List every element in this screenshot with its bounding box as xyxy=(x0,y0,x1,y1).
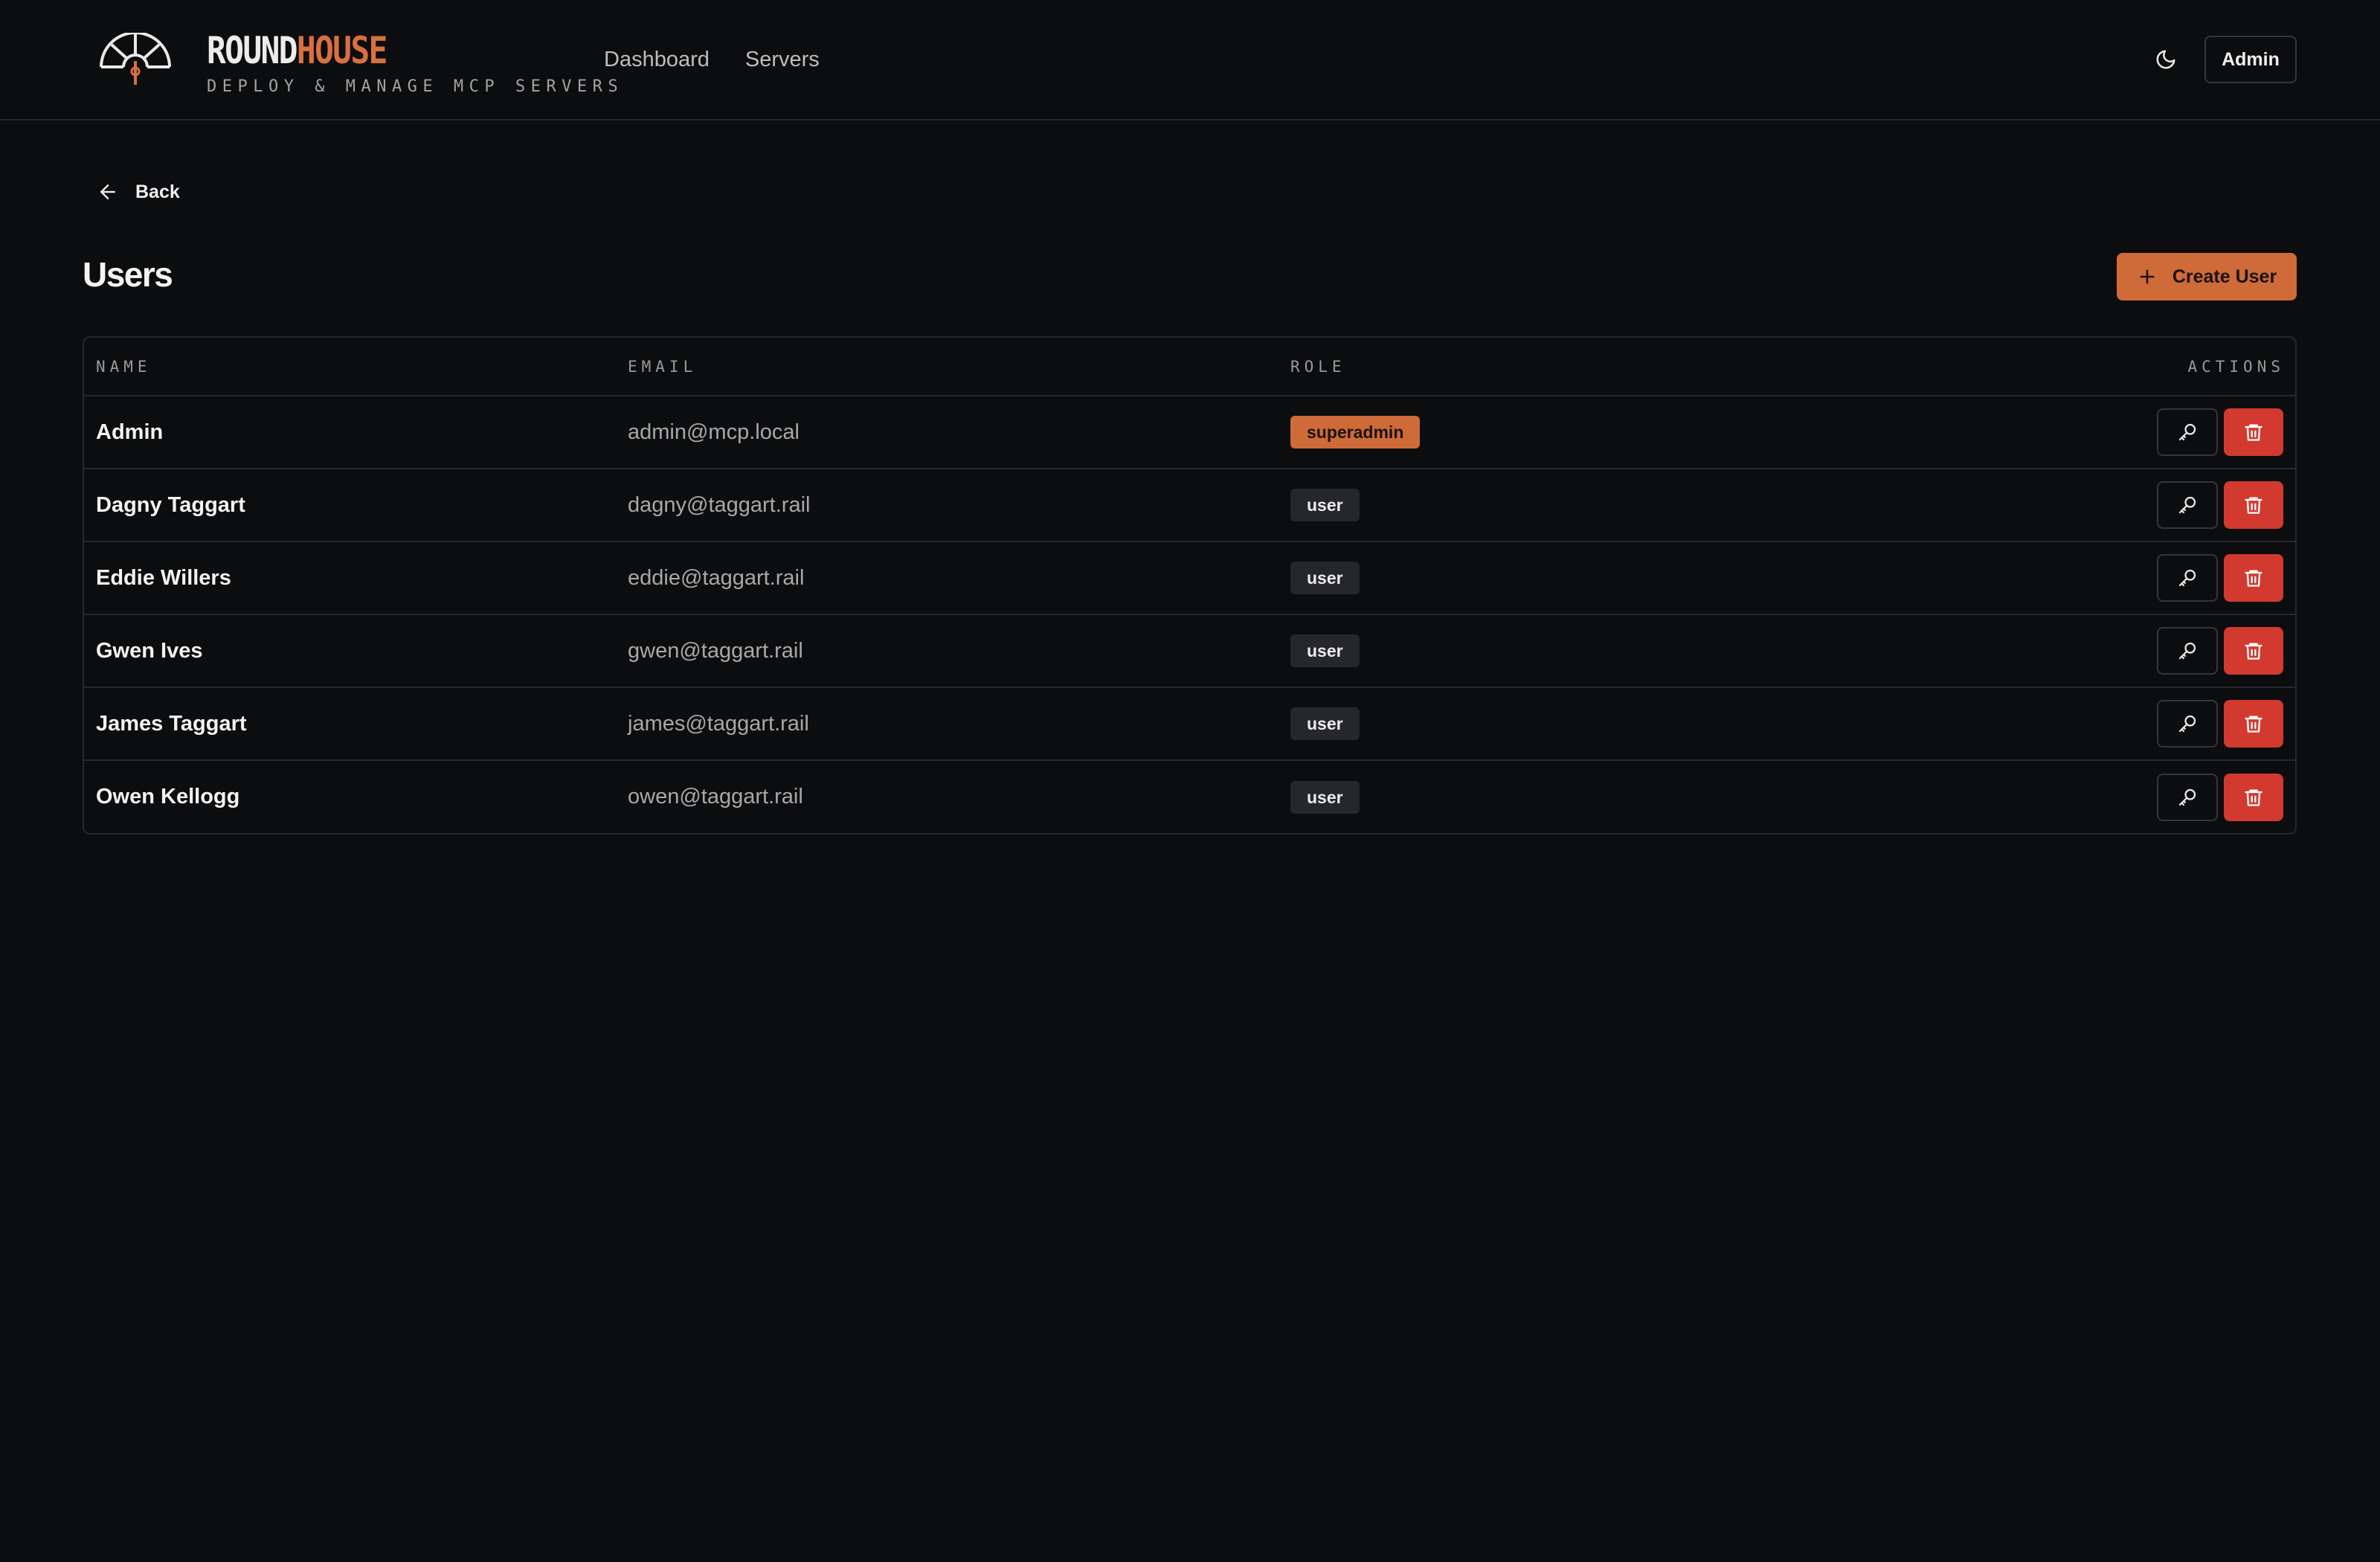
cell-actions xyxy=(1776,614,2295,688)
roundhouse-logo-icon xyxy=(100,33,171,85)
cell-actions xyxy=(1777,760,2295,833)
user-name: James Taggart xyxy=(96,711,247,736)
users-table: NAME EMAIL ROLE ACTIONS Admin admin@mcp.l… xyxy=(83,336,2297,835)
cell-email: eddie@taggart.rail xyxy=(628,541,1290,615)
user-name: Dagny Taggart xyxy=(96,492,245,517)
column-header-email[interactable]: EMAIL xyxy=(628,338,1290,396)
reset-password-button[interactable] xyxy=(2157,408,2218,456)
trash-icon xyxy=(2245,497,2262,514)
cell-actions xyxy=(1776,687,2295,761)
cell-name: Dagny Taggart xyxy=(84,469,628,542)
delete-user-button[interactable] xyxy=(2224,627,2283,675)
cell-email: admin@mcp.local xyxy=(628,396,1290,469)
column-header-name[interactable]: NAME xyxy=(84,338,628,396)
back-label: Back xyxy=(135,181,180,202)
user-name: Eddie Willers xyxy=(96,565,231,590)
plus-icon xyxy=(2140,269,2155,284)
user-name: Admin xyxy=(96,420,164,444)
cell-email: gwen@taggart.rail xyxy=(628,614,1290,688)
brand[interactable]: ROUND HOUSE DEPLOY & MANAGE MCP SERVERS xyxy=(97,30,623,96)
cell-actions xyxy=(1776,469,2295,542)
cell-name: Eddie Willers xyxy=(84,541,628,615)
trash-icon xyxy=(2245,424,2262,441)
cell-role: user xyxy=(1290,541,1777,615)
delete-user-button[interactable] xyxy=(2224,481,2283,529)
cell-name: Admin xyxy=(84,396,628,469)
trash-icon xyxy=(2245,570,2262,587)
key-icon xyxy=(2178,715,2196,733)
role-badge: user xyxy=(1290,780,1360,814)
user-menu-button[interactable]: Admin xyxy=(2204,36,2297,83)
table-row: James Taggart james@taggart.rail user xyxy=(84,687,2295,761)
trash-icon xyxy=(2245,789,2262,806)
user-email: gwen@taggart.rail xyxy=(628,638,803,663)
user-email: admin@mcp.local xyxy=(628,420,800,444)
moon-icon xyxy=(2156,50,2175,69)
reset-password-button[interactable] xyxy=(2157,627,2218,675)
key-icon xyxy=(2178,569,2196,587)
reset-password-button[interactable] xyxy=(2157,481,2218,529)
cell-role: superadmin xyxy=(1290,396,1777,469)
reset-password-button[interactable] xyxy=(2157,700,2218,748)
table-row: Admin admin@mcp.local superadmin xyxy=(84,396,2295,469)
app-header: ROUND HOUSE DEPLOY & MANAGE MCP SERVERS D… xyxy=(0,0,2380,120)
role-badge: user xyxy=(1290,562,1360,594)
cell-role: user xyxy=(1290,469,1777,542)
theme-toggle-button[interactable] xyxy=(2148,43,2184,76)
cell-name: James Taggart xyxy=(84,687,628,761)
role-badge: user xyxy=(1290,707,1360,740)
table-header-row: NAME EMAIL ROLE ACTIONS xyxy=(84,338,2295,396)
role-badge: user xyxy=(1290,634,1360,667)
back-button[interactable]: Back xyxy=(97,176,180,208)
key-icon xyxy=(2178,642,2196,660)
user-email: james@taggart.rail xyxy=(628,711,809,736)
brand-name: ROUND HOUSE xyxy=(207,30,565,71)
cell-role: user xyxy=(1290,687,1777,761)
role-badge: user xyxy=(1290,489,1360,521)
brand-name-round: ROUND xyxy=(207,29,298,72)
key-icon xyxy=(2178,496,2196,514)
nav-servers[interactable]: Servers xyxy=(745,45,820,74)
nav-dashboard[interactable]: Dashboard xyxy=(604,45,710,74)
cell-actions xyxy=(1776,396,2295,469)
user-name: Owen Kellogg xyxy=(96,785,240,809)
create-user-button[interactable]: Create User xyxy=(2117,253,2297,300)
brand-name-house: HOUSE xyxy=(296,29,388,72)
table-row: Dagny Taggart dagny@taggart.rail user xyxy=(84,469,2295,542)
trash-icon xyxy=(2245,716,2262,733)
cell-name: Owen Kellogg xyxy=(84,760,628,833)
cell-email: owen@taggart.rail xyxy=(628,760,1290,833)
key-icon xyxy=(2178,423,2196,441)
user-email: owen@taggart.rail xyxy=(628,785,803,809)
key-icon xyxy=(2178,788,2196,806)
user-email: dagny@taggart.rail xyxy=(628,492,811,517)
cell-role: user xyxy=(1290,614,1777,688)
delete-user-button[interactable] xyxy=(2224,554,2283,602)
create-user-label: Create User xyxy=(2172,266,2277,287)
page-title: Users xyxy=(83,255,173,294)
delete-user-button[interactable] xyxy=(2224,773,2283,821)
cell-role: user xyxy=(1290,760,1777,833)
table-row: Gwen Ives gwen@taggart.rail user xyxy=(84,614,2295,688)
column-header-actions: ACTIONS xyxy=(1776,338,2295,396)
role-badge: superadmin xyxy=(1290,416,1421,449)
main-nav: Dashboard Servers xyxy=(604,45,820,74)
brand-tagline: DEPLOY & MANAGE MCP SERVERS xyxy=(207,77,624,96)
table-row: Eddie Willers eddie@taggart.rail user xyxy=(84,541,2295,615)
cell-email: james@taggart.rail xyxy=(628,687,1290,761)
cell-actions xyxy=(1776,541,2295,615)
reset-password-button[interactable] xyxy=(2157,554,2218,602)
table-row: Owen Kellogg owen@taggart.rail user xyxy=(84,760,2295,833)
user-email: eddie@taggart.rail xyxy=(628,565,805,590)
user-name: Gwen Ives xyxy=(96,638,203,663)
cell-name: Gwen Ives xyxy=(84,614,628,688)
reset-password-button[interactable] xyxy=(2157,773,2218,821)
delete-user-button[interactable] xyxy=(2224,700,2283,748)
delete-user-button[interactable] xyxy=(2224,408,2283,456)
column-header-role[interactable]: ROLE xyxy=(1290,338,1777,396)
arrow-left-icon xyxy=(100,184,115,199)
trash-icon xyxy=(2245,643,2262,660)
cell-email: dagny@taggart.rail xyxy=(628,469,1290,542)
